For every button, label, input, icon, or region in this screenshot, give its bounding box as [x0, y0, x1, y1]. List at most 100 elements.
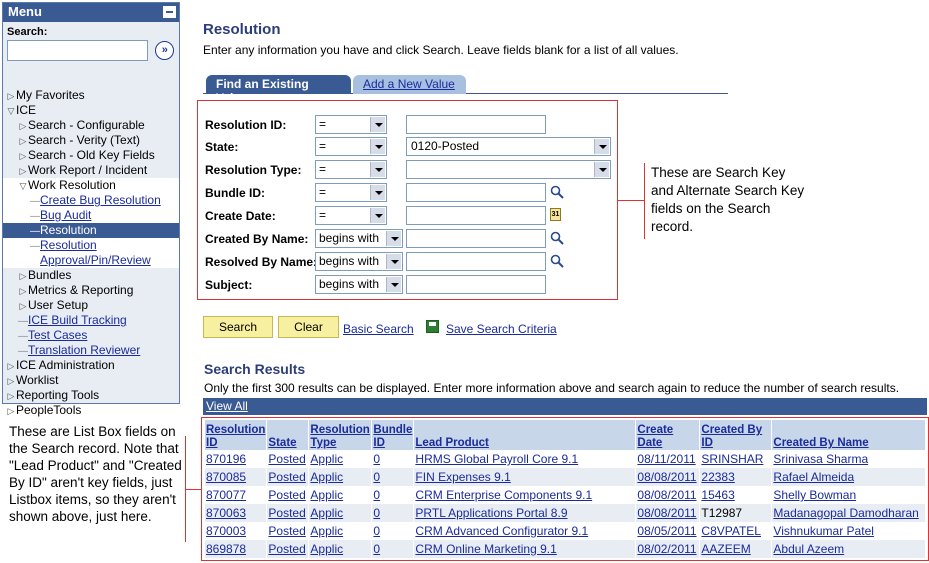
cell-link[interactable]: 0	[373, 452, 380, 466]
cell-link[interactable]: HRMS Global Payroll Core 9.1	[415, 452, 578, 466]
cell-link[interactable]: Srinivasa Sharma	[773, 452, 868, 466]
menu-item-reporting-tools[interactable]: ▷ Reporting Tools	[3, 388, 179, 403]
save-search-criteria-link[interactable]: Save Search Criteria	[446, 322, 557, 336]
column-header-created-by-id[interactable]: Created By ID	[700, 420, 772, 450]
table-row[interactable]: 869878 Posted Applic 0 CRM Online Market…	[205, 540, 926, 558]
resolution-type-operator[interactable]: =	[315, 160, 387, 179]
table-row[interactable]: 870003 Posted Applic 0 CRM Advanced Conf…	[205, 522, 926, 540]
resolution-id-operator[interactable]: =	[315, 115, 387, 134]
menu-item-metrics[interactable]: ▷ Metrics & Reporting	[3, 283, 179, 298]
cell-link[interactable]: CRM Advanced Configurator 9.1	[415, 524, 588, 538]
lookup-magnifier-icon[interactable]	[550, 231, 564, 245]
cell-link[interactable]: AAZEEM	[701, 542, 750, 556]
menu-item-create-bug-resolution[interactable]: —Create Bug Resolution	[3, 193, 179, 208]
tab-find-existing-value[interactable]: Find an Existing Value	[206, 75, 351, 105]
column-header-created-by-name[interactable]: Created By Name	[772, 420, 926, 450]
cell-link[interactable]: 08/08/2011	[637, 488, 696, 502]
basic-search-link[interactable]: Basic Search	[343, 322, 414, 336]
cell-link[interactable]: Applic	[310, 488, 343, 502]
cell-link[interactable]: CRM Online Marketing 9.1	[415, 542, 556, 556]
tab-add-new-value[interactable]: Add a New Value	[353, 75, 466, 94]
created-by-name-input[interactable]	[406, 229, 546, 248]
cell-link[interactable]: 22383	[701, 470, 734, 484]
table-row[interactable]: 870063 Posted Applic 0 PRTL Applications…	[205, 504, 926, 522]
cell-link[interactable]: 870085	[206, 470, 246, 484]
cell-link[interactable]: 0	[373, 470, 380, 484]
view-all-link[interactable]: View All	[206, 399, 248, 413]
menu-item-ice-administration[interactable]: ▷ ICE Administration	[3, 358, 179, 373]
bundle-id-operator[interactable]: =	[315, 183, 387, 202]
menu-item-work-report[interactable]: ▷ Work Report / Incident	[3, 163, 179, 178]
menu-item-my-favorites[interactable]: ▷ My Favorites	[3, 88, 179, 103]
collapse-icon[interactable]	[163, 6, 176, 18]
cell-link[interactable]: 0	[373, 542, 380, 556]
subject-input[interactable]	[406, 275, 546, 294]
resolution-id-input[interactable]	[406, 115, 546, 134]
save-icon[interactable]	[426, 320, 439, 333]
lookup-magnifier-icon[interactable]	[550, 254, 564, 268]
calendar-icon[interactable]: 31	[550, 208, 561, 221]
create-date-input[interactable]	[406, 206, 546, 225]
created-by-name-operator[interactable]: begins with	[315, 229, 403, 248]
cell-link[interactable]: SRINSHAR	[701, 452, 763, 466]
menu-item-peopletools[interactable]: ▷ PeopleTools	[3, 403, 179, 418]
cell-link[interactable]: 08/08/2011	[637, 470, 696, 484]
cell-link[interactable]: Abdul Azeem	[773, 542, 844, 556]
resolved-by-name-operator[interactable]: begins with	[315, 252, 403, 271]
cell-link[interactable]: 870063	[206, 506, 246, 520]
menu-item-bundles[interactable]: ▷ Bundles	[3, 268, 179, 283]
cell-link[interactable]: FIN Expenses 9.1	[415, 470, 510, 484]
cell-link[interactable]: Rafael Almeida	[773, 470, 854, 484]
column-header-resolution-id[interactable]: Resolution ID	[205, 420, 267, 450]
column-header-lead-product[interactable]: Lead Product	[414, 420, 636, 450]
table-row[interactable]: 870085 Posted Applic 0 FIN Expenses 9.1 …	[205, 468, 926, 486]
cell-link[interactable]: Applic	[310, 524, 343, 538]
cell-link[interactable]: Madanagopal Damodharan	[773, 506, 918, 520]
menu-item-user-setup[interactable]: ▷ User Setup	[3, 298, 179, 313]
cell-link[interactable]: Posted	[268, 506, 305, 520]
cell-link[interactable]: 0	[373, 506, 380, 520]
table-row[interactable]: 870077 Posted Applic 0 CRM Enterprise Co…	[205, 486, 926, 504]
cell-link[interactable]: 870077	[206, 488, 246, 502]
menu-item-ice-build-tracking[interactable]: —ICE Build Tracking	[3, 313, 179, 328]
cell-link[interactable]: Shelly Bowman	[773, 488, 856, 502]
cell-link[interactable]: PRTL Applications Portal 8.9	[415, 506, 567, 520]
cell-link[interactable]: Applic	[310, 542, 343, 556]
cell-link[interactable]: 08/02/2011	[637, 542, 696, 556]
cell-link[interactable]: Posted	[268, 524, 305, 538]
create-date-operator[interactable]: =	[315, 206, 387, 225]
cell-link[interactable]: Applic	[310, 506, 343, 520]
cell-link[interactable]: Posted	[268, 470, 305, 484]
clear-button[interactable]: Clear	[278, 316, 339, 338]
menu-item-ice[interactable]: ▽ ICE	[3, 103, 179, 118]
resolution-type-select[interactable]	[406, 160, 611, 179]
cell-link[interactable]: 08/05/2011	[637, 524, 696, 538]
cell-link[interactable]: 0	[373, 524, 380, 538]
lookup-magnifier-icon[interactable]	[550, 185, 564, 199]
cell-link[interactable]: 0	[373, 488, 380, 502]
menu-item-search-configurable[interactable]: ▷ Search - Configurable	[3, 118, 179, 133]
cell-link[interactable]: Posted	[268, 452, 305, 466]
menu-item-worklist[interactable]: ▷ Worklist	[3, 373, 179, 388]
resolved-by-name-input[interactable]	[406, 252, 546, 271]
search-go-icon[interactable]: »	[155, 41, 175, 60]
cell-link[interactable]: Posted	[268, 488, 305, 502]
cell-link[interactable]: Applic	[310, 452, 343, 466]
state-operator[interactable]: =	[315, 137, 387, 156]
column-header-bundle-id[interactable]: Bundle ID	[372, 420, 414, 450]
menu-search-input[interactable]	[7, 40, 148, 61]
bundle-id-input[interactable]	[406, 183, 546, 202]
column-header-resolution-type[interactable]: Resolution Type	[309, 420, 372, 450]
column-header-create-date[interactable]: Create Date	[636, 420, 700, 450]
menu-item-resolution-approval[interactable]: —Resolution	[3, 238, 179, 253]
cell-link[interactable]: 870003	[206, 524, 246, 538]
menu-item-resolution-approval-cont[interactable]: Approval/Pin/Review	[3, 253, 179, 268]
menu-item-bug-audit[interactable]: —Bug Audit	[3, 208, 179, 223]
menu-item-resolution-selected[interactable]: —Resolution	[3, 223, 179, 238]
cell-link[interactable]: 869878	[206, 542, 246, 556]
state-select[interactable]: 0120-Posted	[406, 137, 611, 156]
column-header-state[interactable]: State	[267, 420, 309, 450]
search-button[interactable]: Search	[203, 316, 273, 338]
cell-link[interactable]: C8VPATEL	[701, 524, 761, 538]
cell-link[interactable]: 870196	[206, 452, 246, 466]
